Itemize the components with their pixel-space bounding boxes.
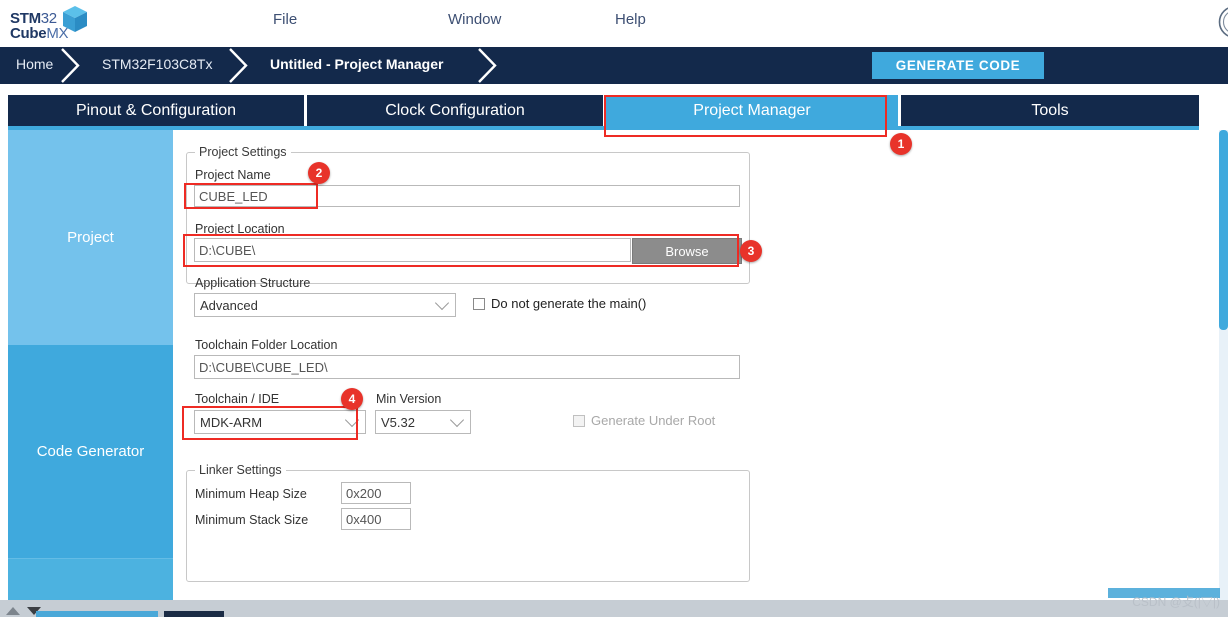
stm32cubemx-logo: STM32 CubeMX xyxy=(6,4,98,44)
min-version-value: V5.32 xyxy=(381,415,415,430)
chevron-down-icon xyxy=(450,413,464,427)
cube-icon xyxy=(62,5,88,33)
main-tab-bar: Pinout & Configuration Clock Configurati… xyxy=(0,95,1228,126)
project-name-label: Project Name xyxy=(195,168,271,182)
toolchain-ide-label: Toolchain / IDE xyxy=(195,392,279,406)
csdn-watermark: CSDN @攴(|▽|) xyxy=(1132,593,1220,610)
linker-settings-title: Linker Settings xyxy=(195,463,286,477)
minimum-heap-size-label: Minimum Heap Size xyxy=(195,487,307,501)
sidebar-item-project[interactable]: Project xyxy=(8,130,173,345)
menu-file[interactable]: File xyxy=(265,9,305,30)
bottom-tab-primary[interactable] xyxy=(36,611,158,617)
generate-under-root-checkbox xyxy=(573,415,585,427)
annotation-badge-3: 3 xyxy=(740,240,762,262)
breadcrumb-device[interactable]: STM32F103C8Tx xyxy=(102,56,212,72)
breadcrumb-chevron-1-icon xyxy=(60,47,86,84)
sidebar-item-advanced-settings[interactable] xyxy=(8,558,173,601)
toolchain-folder-label: Toolchain Folder Location xyxy=(195,338,337,352)
toolchain-folder-input[interactable] xyxy=(194,355,740,379)
annotation-badge-2: 2 xyxy=(308,162,330,184)
do-not-generate-main-row[interactable]: Do not generate the main() xyxy=(473,296,646,311)
project-location-input[interactable] xyxy=(194,238,631,262)
annotation-badge-1: 1 xyxy=(890,133,912,155)
project-manager-sidebar: Project Code Generator xyxy=(8,130,173,600)
project-name-input[interactable] xyxy=(194,185,740,207)
anniversary-19-icon[interactable]: 19 xyxy=(1218,5,1228,39)
toolchain-ide-value: MDK-ARM xyxy=(200,415,262,430)
tab-tools[interactable]: Tools xyxy=(901,95,1199,126)
menu-bar: STM32 CubeMX File Window Help 19 f xyxy=(0,0,1228,47)
browse-button[interactable]: Browse xyxy=(632,238,742,264)
sidebar-item-code-generator[interactable]: Code Generator xyxy=(8,345,173,558)
chevron-down-icon xyxy=(435,296,449,310)
project-location-label: Project Location xyxy=(195,222,285,236)
toolchain-ide-select[interactable]: MDK-ARM xyxy=(194,410,366,434)
generate-under-root-label: Generate Under Root xyxy=(591,413,715,428)
breadcrumb-project[interactable]: Untitled - Project Manager xyxy=(270,56,443,72)
menu-window[interactable]: Window xyxy=(440,9,509,30)
vertical-scrollbar[interactable] xyxy=(1219,130,1228,600)
minimum-heap-size-input[interactable] xyxy=(341,482,411,504)
breadcrumb-home[interactable]: Home xyxy=(16,56,53,72)
minimum-stack-size-label: Minimum Stack Size xyxy=(195,513,308,527)
application-structure-select[interactable]: Advanced xyxy=(194,293,456,317)
project-settings-title: Project Settings xyxy=(195,145,291,159)
min-version-select[interactable]: V5.32 xyxy=(375,410,471,434)
settings-content-area: Project Settings Project Name Project Lo… xyxy=(173,130,1199,600)
generate-under-root-row: Generate Under Root xyxy=(573,413,715,428)
application-structure-label: Application Structure xyxy=(195,276,310,290)
min-version-label: Min Version xyxy=(376,392,441,406)
bottom-tab-secondary[interactable] xyxy=(164,611,224,617)
do-not-generate-main-label: Do not generate the main() xyxy=(491,296,646,311)
application-structure-value: Advanced xyxy=(200,298,258,313)
tab-project-manager[interactable]: Project Manager xyxy=(606,95,898,126)
breadcrumb-chevron-2-icon xyxy=(228,47,254,84)
minimum-stack-size-input[interactable] xyxy=(341,508,411,530)
generate-code-button[interactable]: GENERATE CODE xyxy=(872,52,1044,79)
chevron-down-icon xyxy=(345,413,359,427)
annotation-badge-4: 4 xyxy=(341,388,363,410)
logo-line-2: CubeMX xyxy=(10,25,68,42)
scroll-up-arrow-icon[interactable] xyxy=(6,607,20,615)
breadcrumb-chevron-3-icon xyxy=(477,47,503,84)
tab-pinout-configuration[interactable]: Pinout & Configuration xyxy=(8,95,304,126)
vertical-scrollbar-thumb[interactable] xyxy=(1219,130,1228,330)
do-not-generate-main-checkbox[interactable] xyxy=(473,298,485,310)
menu-help[interactable]: Help xyxy=(607,9,654,30)
tab-clock-configuration[interactable]: Clock Configuration xyxy=(307,95,603,126)
project-manager-panel: Project Code Generator Project Settings … xyxy=(8,130,1199,600)
